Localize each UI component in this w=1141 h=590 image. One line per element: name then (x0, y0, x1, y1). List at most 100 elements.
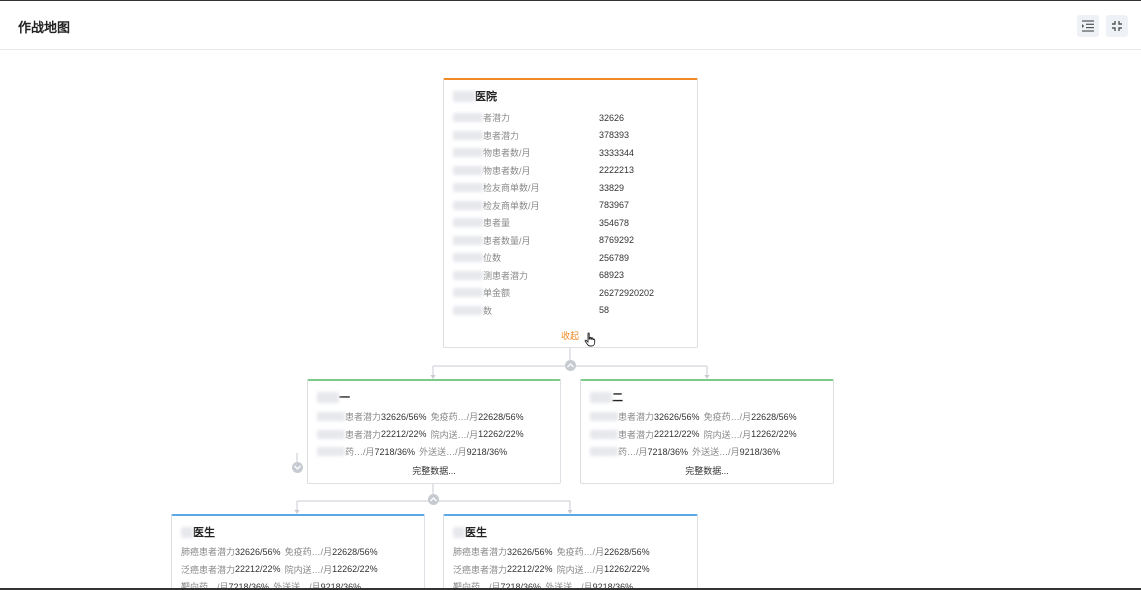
stat-row: 患者潜力 22212/22% 院内送…/月 12262/22% (317, 428, 528, 441)
redacted-name (317, 391, 339, 403)
stat-value: 12262/22% (478, 429, 524, 439)
stat-label: 患者潜力 (618, 429, 655, 440)
redacted-prefix (453, 130, 483, 140)
stat-row: 靶向药…/月 7218/36% 外送送…/月 9218/36% (453, 580, 637, 589)
metric-value: 354678 (599, 217, 630, 228)
stat-value: 22212/22% (381, 429, 427, 439)
collapse-all-icon (1111, 20, 1123, 32)
metric-label-text: 位数 (483, 253, 502, 263)
stat-value: 7218/36% (374, 446, 416, 457)
stat-row: 肺癌患者潜力 32626/56% 免疫药…/月 22628/56% (181, 545, 382, 558)
hand-cursor-icon (584, 332, 596, 352)
metric-label: 物患者数/月 (453, 164, 531, 177)
redacted-prefix (317, 429, 345, 439)
stat-value: 22212/22% (654, 429, 700, 439)
redacted-name (181, 526, 193, 538)
metric-value: 58 (599, 305, 610, 315)
map-canvas[interactable]: 医院 者潜力 32626 患者潜力 378393 物患者数/月 3333344 物患者数/月… (0, 50, 1141, 588)
stat-label: 肺癌患者潜力 (181, 547, 236, 557)
metric-label: 患者量 (453, 216, 510, 229)
redacted-name (453, 526, 465, 538)
stat-label: 靶向药…/月 (181, 582, 229, 588)
stat-label: 院内送…/月 (430, 429, 479, 440)
stat-label: 肺癌患者潜力 (453, 547, 508, 557)
stat-value: 22628/56% (751, 411, 797, 422)
team-card-2[interactable]: 二 患者潜力 32626/56% 免疫药…/月 22628/56% 患者潜力 22212/… (580, 379, 834, 484)
metric-label: 检友商单数/月 (453, 199, 540, 212)
metric-label: 测患者潜力 (453, 269, 528, 282)
stat-row: 患者潜力 22212/22% 院内送…/月 12262/22% (590, 428, 801, 441)
stat-row: 靶向药…/月 7218/36% 外送送…/月 9218/36% (181, 580, 365, 589)
stat-value: 22628/56% (478, 411, 524, 422)
team-card-title: 二 (590, 389, 623, 405)
redacted-prefix (453, 148, 483, 157)
stat-label: 免疫药…/月 (284, 547, 333, 557)
stat-value: 22628/56% (604, 546, 650, 557)
metric-row: 数 58 (453, 304, 609, 317)
metric-label-text: 物患者数/月 (483, 148, 531, 158)
redacted-prefix (453, 288, 483, 297)
stat-label: 院内送…/月 (703, 429, 752, 440)
metric-value: 2222213 (599, 165, 635, 175)
stat-label: 外送送…/月 (273, 582, 321, 588)
stat-label: 靶向药…/月 (453, 582, 501, 588)
stat-value: 32626/56% (507, 546, 553, 557)
redacted-prefix (453, 218, 483, 227)
team-card-1[interactable]: 一 患者潜力 32626/56% 免疫药…/月 22628/56% 患者潜力 22212/… (307, 379, 561, 484)
metric-label: 检友商单数/月 (453, 181, 540, 194)
stat-row: 肺癌患者潜力 32626/56% 免疫药…/月 22628/56% (453, 545, 654, 558)
metric-row: 位数 256789 (453, 251, 629, 264)
collapse-link[interactable]: 收起 (561, 329, 579, 342)
metric-label-text: 数 (483, 305, 493, 316)
metric-label-text: 者潜力 (483, 113, 511, 123)
team-card-title: 一 (317, 389, 350, 405)
stat-label: 药…/月 (345, 447, 375, 457)
stat-label: 患者潜力 (345, 412, 382, 422)
metric-label-text: 患者量 (483, 218, 511, 228)
stat-label: 药…/月 (618, 447, 648, 457)
metric-label: 位数 (453, 251, 501, 264)
stat-label: 免疫药…/月 (556, 547, 605, 557)
stat-label: 患者潜力 (618, 412, 655, 422)
doctor-card-title: 医生 (453, 524, 487, 540)
metric-row: 患者数量/月 8769292 (453, 234, 634, 247)
stat-value: 9218/36% (739, 446, 781, 457)
chevron-up-icon (430, 497, 437, 502)
metric-value: 3333344 (599, 147, 635, 158)
indent-button[interactable] (1077, 15, 1099, 37)
metric-value: 68923 (599, 270, 625, 280)
full-data-link[interactable]: 完整数据... (308, 464, 560, 477)
metric-label-text: 检友商单数/月 (483, 200, 540, 211)
doctor-title-text: 医生 (465, 527, 487, 539)
collapse-all-button[interactable] (1106, 15, 1128, 37)
stat-value: 32626/56% (654, 411, 700, 422)
doctor-card-2[interactable]: 医生 肺癌患者潜力 32626/56% 免疫药…/月 22628/56% 泛癌患者潜力 2… (443, 514, 698, 588)
metric-label: 患者潜力 (453, 129, 519, 142)
stat-label: 外送送…/月 (545, 582, 593, 588)
expand-node-button[interactable] (292, 462, 303, 473)
stat-value: 12262/22% (751, 429, 797, 439)
metric-label-text: 单金额 (483, 288, 511, 298)
metric-row: 测患者潜力 68923 (453, 269, 624, 282)
doctor-card-1[interactable]: 医生 肺癌患者潜力 32626/56% 免疫药…/月 22628/56% 泛癌患者潜力 2… (171, 514, 425, 588)
team-title-text: 一 (339, 392, 350, 404)
redacted-prefix (590, 447, 618, 456)
stat-value: 12262/22% (604, 564, 650, 574)
metric-value: 378393 (599, 130, 630, 140)
metric-label-text: 检友商单数/月 (483, 183, 540, 193)
metric-label: 数 (453, 304, 492, 317)
redacted-prefix (317, 412, 345, 421)
metric-row: 单金额 26272920202 (453, 286, 654, 299)
collapse-node-button[interactable] (565, 360, 576, 371)
metric-row: 患者潜力 378393 (453, 129, 629, 142)
metric-value: 26272920202 (599, 287, 655, 298)
page-title: 作战地图 (18, 20, 71, 35)
redacted-prefix (453, 270, 483, 280)
stat-value: 7218/36% (647, 446, 689, 457)
full-data-link[interactable]: 完整数据... (581, 464, 833, 477)
chevron-down-icon (294, 465, 301, 470)
root-hospital-card[interactable]: 医院 者潜力 32626 患者潜力 378393 物患者数/月 3333344 物患者数/月… (443, 78, 698, 348)
collapse-node-button[interactable] (428, 494, 439, 505)
metric-row: 者潜力 32626 (453, 111, 624, 124)
stat-value: 32626/56% (381, 411, 427, 422)
